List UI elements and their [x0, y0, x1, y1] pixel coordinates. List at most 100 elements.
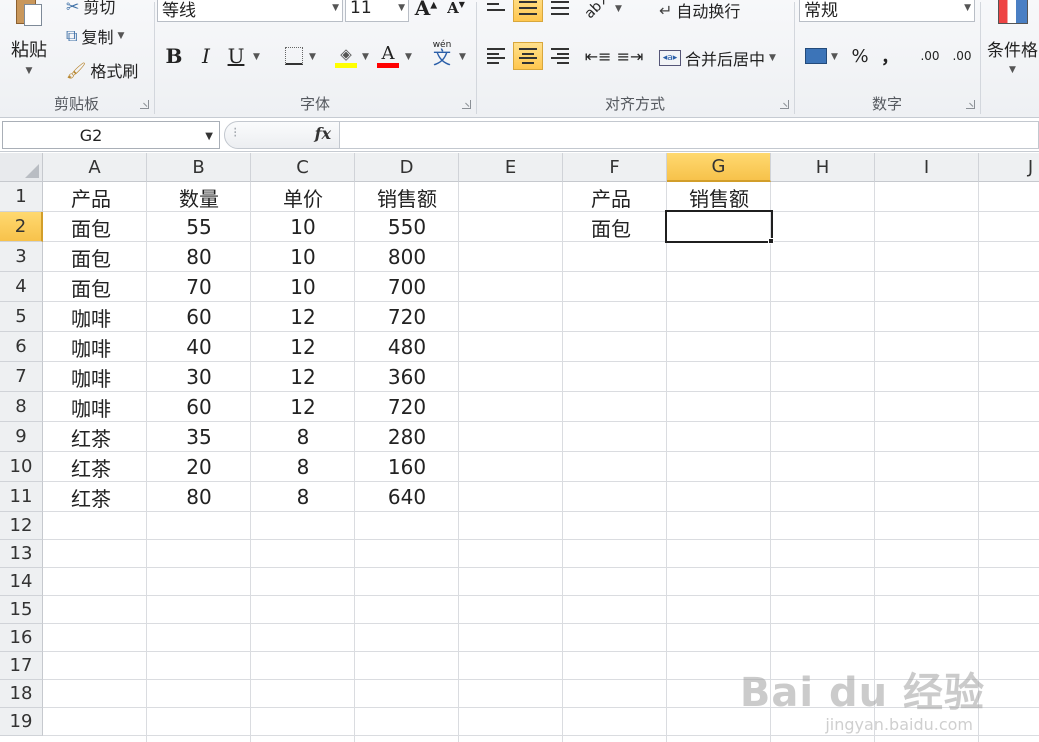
align-bottom-button[interactable] [545, 0, 575, 22]
cell-d4[interactable]: 700 [355, 272, 459, 302]
row-header-18[interactable]: 18 [0, 680, 43, 708]
font-name-combo[interactable]: 等线 ▼ [157, 0, 343, 22]
cell-c3[interactable]: 10 [251, 242, 355, 272]
chevron-down-icon[interactable]: ▼ [253, 52, 260, 62]
align-left-button[interactable] [481, 42, 511, 70]
cell-d7[interactable]: 360 [355, 362, 459, 392]
conditional-formatting-button[interactable]: 条件格 ▼ [987, 0, 1038, 75]
column-header-g[interactable]: G [667, 153, 771, 182]
cell-d1[interactable]: 销售额 [355, 182, 459, 212]
cell-b2[interactable]: 55 [147, 212, 251, 242]
cell-c5[interactable]: 12 [251, 302, 355, 332]
italic-button[interactable]: I [191, 42, 221, 70]
cell-c1[interactable]: 单价 [251, 182, 355, 212]
cut-button[interactable]: ✂ 剪切 [66, 0, 115, 18]
column-header-h[interactable]: H [771, 153, 875, 182]
column-header-c[interactable]: C [251, 153, 355, 182]
column-header-e[interactable]: E [459, 153, 563, 182]
cell-c6[interactable]: 12 [251, 332, 355, 362]
cell-b7[interactable]: 30 [147, 362, 251, 392]
cell-d8[interactable]: 720 [355, 392, 459, 422]
cell-d6[interactable]: 480 [355, 332, 459, 362]
format-painter-button[interactable]: 🖌 格式刷 [66, 58, 138, 82]
cell-b8[interactable]: 60 [147, 392, 251, 422]
phonetic-guide-button[interactable]: wén 文 [427, 40, 457, 68]
active-cell-border[interactable] [665, 210, 773, 243]
number-dialog-launcher[interactable] [966, 100, 975, 109]
cell-c8[interactable]: 12 [251, 392, 355, 422]
cell-d2[interactable]: 550 [355, 212, 459, 242]
cell-b11[interactable]: 80 [147, 482, 251, 512]
row-header-17[interactable]: 17 [0, 652, 43, 680]
row-header-12[interactable]: 12 [0, 512, 43, 540]
cell-b10[interactable]: 20 [147, 452, 251, 482]
cell-b9[interactable]: 35 [147, 422, 251, 452]
cell-c2[interactable]: 10 [251, 212, 355, 242]
row-header-5[interactable]: 5 [0, 302, 43, 332]
select-all-button[interactable] [0, 153, 43, 182]
align-right-button[interactable] [545, 42, 575, 70]
row-header-9[interactable]: 9 [0, 422, 43, 452]
column-header-f[interactable]: F [563, 153, 667, 182]
accounting-format-button[interactable] [801, 42, 831, 70]
cell-a6[interactable]: 咖啡 [43, 332, 147, 362]
chevron-down-icon[interactable]: ▼ [309, 52, 316, 62]
grow-font-button[interactable]: A▲ [411, 0, 441, 22]
cell-a3[interactable]: 面包 [43, 242, 147, 272]
font-dialog-launcher[interactable] [462, 100, 471, 109]
fill-handle[interactable] [768, 238, 774, 244]
cell-b3[interactable]: 80 [147, 242, 251, 272]
row-header-15[interactable]: 15 [0, 596, 43, 624]
column-header-i[interactable]: I [875, 153, 979, 182]
cell-d11[interactable]: 640 [355, 482, 459, 512]
row-header-11[interactable]: 11 [0, 482, 43, 512]
wrap-text-button[interactable]: ↵ 自动换行 [659, 0, 740, 22]
column-header-a[interactable]: A [43, 153, 147, 182]
cell-b4[interactable]: 70 [147, 272, 251, 302]
chevron-down-icon[interactable]: ▼ [362, 52, 369, 62]
percent-style-button[interactable]: % [845, 42, 875, 70]
paste-button[interactable]: 粘贴 ▼ [6, 0, 52, 82]
row-header-1[interactable]: 1 [0, 182, 43, 212]
alignment-dialog-launcher[interactable] [780, 100, 789, 109]
align-top-button[interactable] [481, 0, 511, 18]
cell-b5[interactable]: 60 [147, 302, 251, 332]
cell-f1[interactable]: 产品 [563, 182, 667, 212]
cell-a4[interactable]: 面包 [43, 272, 147, 302]
row-header-6[interactable]: 6 [0, 332, 43, 362]
cell-d9[interactable]: 280 [355, 422, 459, 452]
row-header-2[interactable]: 2 [0, 212, 43, 242]
bold-button[interactable]: B [159, 42, 189, 70]
decrease-decimal-button[interactable]: .00 [947, 42, 977, 70]
chevron-down-icon[interactable]: ▼ [459, 52, 466, 62]
cell-a8[interactable]: 咖啡 [43, 392, 147, 422]
cell-a11[interactable]: 红茶 [43, 482, 147, 512]
copy-button[interactable]: ⧉ 复制 ▼ [66, 24, 124, 48]
cell-c7[interactable]: 12 [251, 362, 355, 392]
align-middle-button[interactable] [513, 0, 543, 22]
insert-function-button[interactable]: fx [315, 124, 331, 143]
cell-area[interactable]: 产品 数量 单价 销售额 产品 销售额 面包 55 10 550 面包 面包 8… [43, 182, 1039, 742]
cell-c11[interactable]: 8 [251, 482, 355, 512]
cell-a2[interactable]: 面包 [43, 212, 147, 242]
number-format-combo[interactable]: 常规 ▼ [799, 0, 975, 22]
row-header-3[interactable]: 3 [0, 242, 43, 272]
merge-center-button[interactable]: ◂a▸ 合并后居中 ▼ [659, 46, 776, 70]
column-header-d[interactable]: D [355, 153, 459, 182]
cell-g1[interactable]: 销售额 [667, 182, 771, 212]
cell-a9[interactable]: 红茶 [43, 422, 147, 452]
increase-indent-button[interactable]: ≡⇥ [615, 42, 645, 70]
chevron-down-icon[interactable]: ▼ [405, 52, 412, 62]
font-size-combo[interactable]: 11 ▼ [345, 0, 409, 22]
row-header-14[interactable]: 14 [0, 568, 43, 596]
cell-c4[interactable]: 10 [251, 272, 355, 302]
align-center-button[interactable] [513, 42, 543, 70]
column-header-b[interactable]: B [147, 153, 251, 182]
row-header-7[interactable]: 7 [0, 362, 43, 392]
chevron-down-icon[interactable]: ▼ [831, 52, 838, 62]
cell-c9[interactable]: 8 [251, 422, 355, 452]
cell-a7[interactable]: 咖啡 [43, 362, 147, 392]
row-header-4[interactable]: 4 [0, 272, 43, 302]
cell-b1[interactable]: 数量 [147, 182, 251, 212]
row-header-19[interactable]: 19 [0, 708, 43, 736]
